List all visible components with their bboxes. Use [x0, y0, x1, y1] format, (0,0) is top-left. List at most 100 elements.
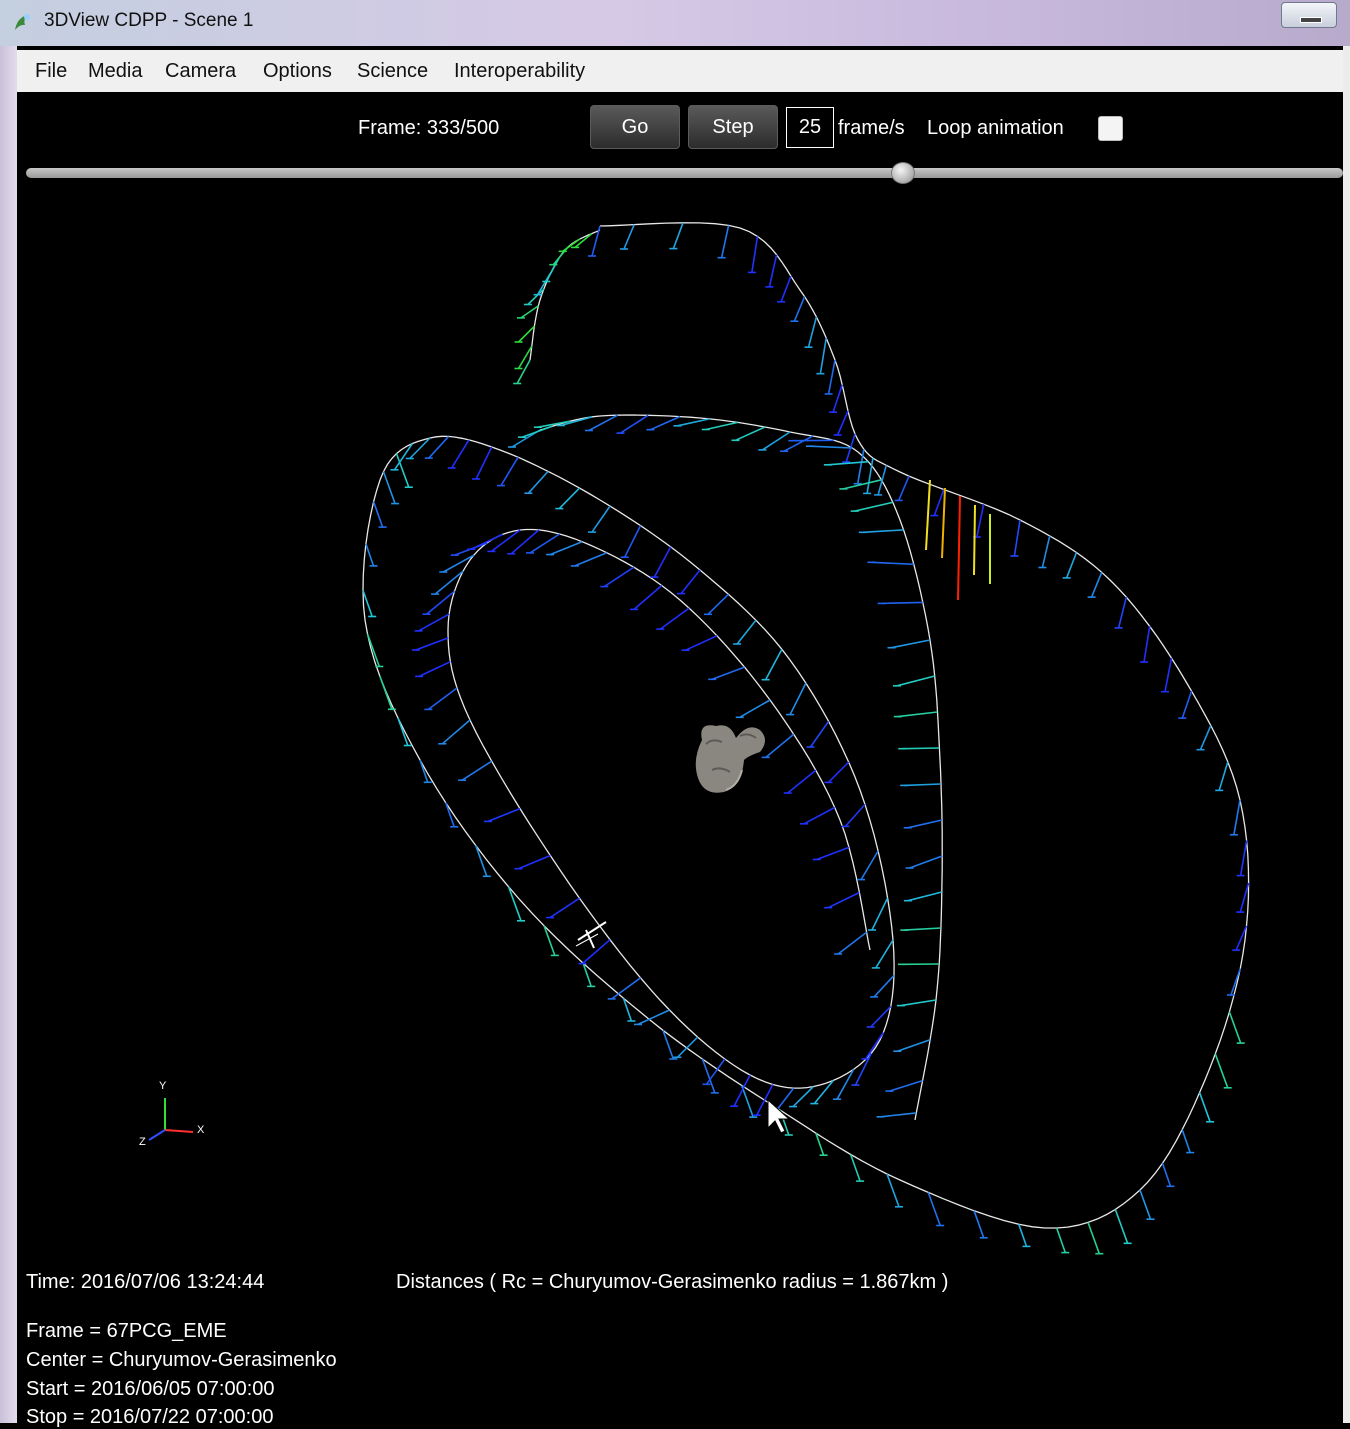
- step-button[interactable]: Step: [688, 105, 778, 149]
- field-vector: [762, 432, 790, 450]
- field-vector: [788, 770, 816, 793]
- field-vector: [809, 317, 817, 347]
- field-vector: [707, 1059, 725, 1084]
- start-info: Start = 2016/06/05 07:00:00: [26, 1378, 275, 1401]
- field-vector: [509, 887, 521, 921]
- field-vector: [934, 490, 944, 516]
- field-vector: [706, 422, 738, 429]
- field-vector: [899, 476, 909, 500]
- field-vector: [740, 700, 770, 717]
- field-vector: [678, 419, 710, 426]
- field-vector: [781, 276, 791, 302]
- field-vector: [897, 676, 935, 686]
- field-vector: [843, 480, 881, 489]
- field-vector: [1241, 841, 1247, 876]
- field-vector: [446, 803, 455, 827]
- field-vector: [1215, 1054, 1227, 1088]
- field-vector: [518, 856, 550, 869]
- field-vector: [368, 634, 380, 667]
- spacecraft-marker: [576, 922, 606, 948]
- field-vector: [452, 440, 469, 468]
- field-vector: [1115, 1209, 1127, 1243]
- field-vector: [820, 338, 826, 374]
- field-vector: [872, 898, 888, 930]
- field-vector: [708, 594, 728, 614]
- field-vector: [904, 784, 941, 785]
- field-vector: [898, 712, 938, 717]
- field-vector: [790, 683, 806, 715]
- go-button[interactable]: Go: [590, 105, 680, 149]
- distances-label: Distances ( Rc = Churyumov-Gerasimenko r…: [396, 1271, 948, 1294]
- field-vector: [546, 258, 559, 282]
- field-vector: [1014, 520, 1020, 556]
- field-vector: [901, 1000, 936, 1006]
- field-vector: [871, 562, 913, 564]
- field-vector: [374, 502, 383, 527]
- field-vector: [904, 928, 941, 930]
- field-vector: [766, 649, 782, 679]
- field-vector: [660, 608, 689, 629]
- field-vector: [428, 688, 457, 709]
- field-vector: [892, 640, 931, 648]
- orbit-trace: [363, 223, 1249, 1228]
- field-vector: [592, 226, 600, 256]
- field-vector: [902, 748, 939, 749]
- field-vector: [737, 620, 756, 644]
- frame-slider[interactable]: [26, 168, 1343, 178]
- field-vector: [528, 471, 548, 493]
- field-vector: [897, 1040, 930, 1051]
- field-vector: [811, 721, 829, 747]
- field-vector: [829, 360, 835, 394]
- field-vectors: [363, 223, 1249, 1254]
- field-vector: [712, 667, 744, 679]
- field-vector: [742, 1085, 754, 1117]
- field-vector: [476, 845, 487, 876]
- field-vector: [673, 223, 683, 249]
- field-vector: [882, 602, 923, 603]
- frame-slider-thumb[interactable]: [891, 162, 915, 184]
- field-vector: [559, 488, 579, 509]
- field-vector: [650, 417, 680, 430]
- field-vector: [1019, 1224, 1027, 1246]
- field-vector: [1182, 1130, 1190, 1153]
- field-vector: [1163, 1163, 1171, 1186]
- field-vector: [550, 542, 582, 555]
- field-vector: [592, 506, 610, 532]
- field-vector: [501, 457, 518, 485]
- field-vector: [1234, 800, 1240, 835]
- field-vector: [634, 586, 662, 610]
- field-vector: [816, 1133, 824, 1155]
- field-vector: [833, 385, 842, 412]
- field-vector: [1042, 536, 1049, 568]
- fps-input[interactable]: [786, 107, 834, 148]
- field-vector: [838, 932, 867, 954]
- orbit-paths: [363, 223, 1249, 1228]
- field-vector: [871, 1006, 891, 1027]
- field-vector: [380, 676, 392, 709]
- field-vector-peak: [942, 488, 945, 558]
- field-vector-peak: [974, 505, 975, 575]
- field-vector: [845, 804, 865, 826]
- field-vector: [828, 893, 859, 908]
- field-vector: [398, 718, 408, 746]
- loop-animation-checkbox[interactable]: [1098, 116, 1123, 141]
- field-vector: [855, 502, 893, 511]
- field-vector: [621, 415, 649, 433]
- field-vector: [1067, 553, 1077, 578]
- field-vector: [612, 978, 641, 999]
- field-vector: [1219, 762, 1228, 791]
- field-vector: [1057, 1228, 1066, 1253]
- field-vector: [736, 427, 765, 440]
- field-vector: [517, 360, 530, 384]
- field-vector: [589, 415, 618, 430]
- axis-x-label: X: [197, 1124, 204, 1136]
- field-vector: [817, 847, 849, 859]
- field-vector: [550, 898, 579, 917]
- field-vector: [476, 447, 492, 479]
- field-vector: [722, 225, 729, 257]
- field-vector: [582, 940, 610, 964]
- field-vector: [604, 567, 634, 586]
- field-vector: [681, 570, 700, 594]
- field-vector: [1229, 1012, 1240, 1043]
- field-vector-peak: [926, 480, 930, 550]
